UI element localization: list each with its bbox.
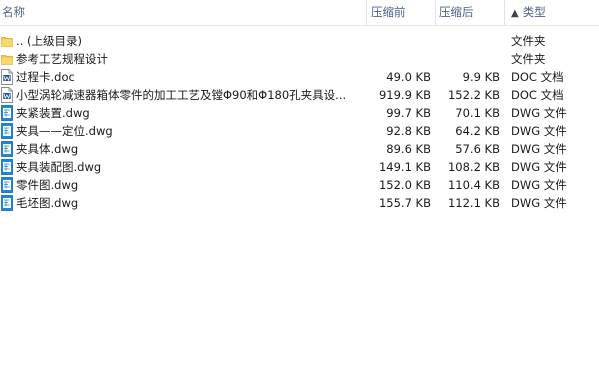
file-row[interactable]: 夹具装配图.dwg 149.1 KB 108.2 KB DWG 文件 (0, 158, 599, 176)
file-type: DWG 文件 (511, 106, 567, 120)
file-row[interactable]: 零件图.dwg 152.0 KB 110.4 KB DWG 文件 (0, 176, 599, 194)
type-header-label: 类型 (522, 5, 546, 19)
file-type: DOC 文档 (511, 70, 564, 84)
packed-size-column-header[interactable]: 压缩前 (371, 0, 406, 25)
file-row[interactable]: .. (上级目录) 文件夹 (0, 32, 599, 50)
column-divider[interactable] (366, 0, 367, 25)
packed-size: 99.7 KB (386, 106, 431, 120)
file-type: DWG 文件 (511, 178, 567, 192)
file-row[interactable]: 过程卡.doc 49.0 KB 9.9 KB DOC 文档 (0, 68, 599, 86)
file-name: 零件图.dwg (16, 178, 79, 192)
packed-size (366, 50, 431, 68)
file-type: DWG 文件 (511, 160, 567, 174)
packed-size: 92.8 KB (386, 124, 431, 138)
file-type: 文件夹 (511, 52, 546, 66)
name-column-header[interactable]: 名称 (2, 0, 25, 25)
compressed-size: 112.1 KB (447, 196, 500, 210)
column-header: 名称 压缩前 压缩后 ▲ 类型 (0, 0, 599, 26)
file-row[interactable]: 夹紧装置.dwg 99.7 KB 70.1 KB DWG 文件 (0, 104, 599, 122)
file-name: 小型涡轮减速器箱体零件的加工工艺及镗Φ90和Φ180孔夹具设... (16, 88, 347, 102)
file-row[interactable]: 毛坯图.dwg 155.7 KB 112.1 KB DWG 文件 (0, 194, 599, 212)
compressed-size: 108.2 KB (447, 160, 500, 174)
file-row[interactable]: 夹具体.dwg 89.6 KB 57.6 KB DWG 文件 (0, 140, 599, 158)
file-name: 毛坯图.dwg (16, 196, 79, 210)
compressed-size: 64.2 KB (455, 124, 500, 138)
type-column-header[interactable]: ▲ 类型 (511, 0, 546, 25)
sort-ascending-icon: ▲ (511, 8, 519, 19)
compressed-size: 152.2 KB (447, 88, 500, 102)
column-divider[interactable] (504, 0, 505, 25)
file-type: DWG 文件 (511, 142, 567, 156)
packed-size: 155.7 KB (378, 196, 431, 210)
column-divider[interactable] (435, 0, 436, 25)
file-name: 过程卡.doc (16, 70, 75, 84)
file-name: 夹紧装置.dwg (16, 106, 90, 120)
file-type: DOC 文档 (511, 88, 564, 102)
compressed-size: 70.1 KB (455, 106, 500, 120)
file-row[interactable]: 夹具——定位.dwg 92.8 KB 64.2 KB DWG 文件 (0, 122, 599, 140)
compressed-size: 110.4 KB (447, 178, 500, 192)
file-type: DWG 文件 (511, 196, 567, 210)
packed-size: 49.0 KB (386, 70, 431, 84)
compressed-size: 9.9 KB (462, 70, 500, 84)
file-name: 夹具体.dwg (16, 142, 79, 156)
packed-size: 152.0 KB (378, 178, 431, 192)
compressed-size: 57.6 KB (455, 142, 500, 156)
packed-size: 89.6 KB (386, 142, 431, 156)
file-row[interactable]: 小型涡轮减速器箱体零件的加工工艺及镗Φ90和Φ180孔夹具设... 919.9 K… (0, 86, 599, 104)
file-name: .. (上级目录) (16, 34, 82, 48)
file-type: 文件夹 (511, 34, 546, 48)
compressed-size (435, 32, 500, 50)
packed-size: 919.9 KB (378, 88, 431, 102)
packed-size: 149.1 KB (378, 160, 431, 174)
size-column-header[interactable]: 压缩后 (439, 0, 474, 25)
file-name: 夹具——定位.dwg (16, 124, 113, 138)
file-name: 夹具装配图.dwg (16, 160, 102, 174)
file-name: 参考工艺规程设计 (16, 52, 108, 66)
file-row[interactable]: 参考工艺规程设计 文件夹 (0, 50, 599, 68)
compressed-size (435, 50, 500, 68)
file-type: DWG 文件 (511, 124, 567, 138)
packed-size (366, 32, 431, 50)
